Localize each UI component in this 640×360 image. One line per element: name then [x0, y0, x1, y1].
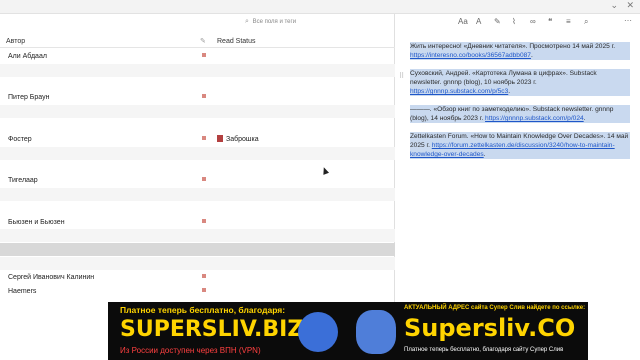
window-titlebar: ⌄ ✕: [0, 0, 640, 14]
table-row[interactable]: [0, 78, 395, 91]
drag-handle-icon[interactable]: ⠿: [399, 72, 404, 80]
watermark-banner: Платное теперь бесплатно, благодаря: SUP…: [108, 302, 588, 360]
reference-entry[interactable]: ———. «Обзор книг по заметкоделию». Subst…: [410, 105, 630, 123]
table-row[interactable]: [0, 188, 395, 201]
find-icon[interactable]: ⌕: [584, 17, 588, 27]
banner-left-top: Платное теперь бесплатно, благодаря:: [120, 305, 286, 315]
table-row[interactable]: Фостер Заброшка: [0, 133, 395, 146]
column-header: Автор ✎ Read Status: [0, 36, 395, 48]
reference-entry[interactable]: Жить интересно! «Дневник читателя». Прос…: [410, 42, 630, 60]
column-read-status[interactable]: Read Status: [217, 38, 256, 45]
shark-mascot-icon: [298, 312, 338, 352]
link-icon[interactable]: ∞: [530, 17, 536, 26]
banner-left-sub: Из России доступен через ВПН (VPN): [120, 346, 261, 355]
table-row[interactable]: [0, 63, 395, 77]
banner-left: Платное теперь бесплатно, благодаря: SUP…: [108, 302, 348, 360]
table-row[interactable]: [0, 243, 395, 257]
table-row[interactable]: [0, 229, 395, 243]
table-row[interactable]: Haemers: [0, 285, 395, 298]
table-row[interactable]: [0, 105, 395, 119]
reference-entry[interactable]: Суховский, Андрей. «Картотека Лумана в ц…: [410, 69, 630, 96]
table-row[interactable]: Сергей Иванович Калинин: [0, 271, 395, 284]
attachment-icon[interactable]: [202, 177, 206, 182]
clear-format-icon[interactable]: ≡: [566, 17, 571, 26]
citation-icon[interactable]: ❝: [548, 17, 552, 26]
table-row[interactable]: Питер Браун: [0, 91, 395, 104]
reference-link[interactable]: https://interesno.co/books/36567adbb087: [410, 52, 531, 59]
table-row[interactable]: [0, 202, 395, 215]
search-icon: ⌕: [245, 18, 249, 25]
author-cell: Питер Браун: [8, 94, 50, 102]
book-icon: [217, 134, 223, 142]
attachment-icon[interactable]: [202, 135, 206, 140]
column-author[interactable]: Автор: [6, 38, 25, 45]
bibliography: Жить интересно! «Дневник читателя». Прос…: [410, 42, 630, 168]
attachment-icon[interactable]: [202, 273, 206, 278]
table-row[interactable]: [0, 160, 395, 173]
search-field[interactable]: ⌕ Все поля и теги: [245, 18, 296, 26]
table-row[interactable]: Тигелаар: [0, 174, 395, 187]
reference-link[interactable]: https://forum.zettelkasten.de/discussion…: [410, 142, 615, 158]
search-placeholder: Все поля и теги: [252, 19, 297, 25]
attachment-icon[interactable]: [202, 287, 206, 292]
edit-icon[interactable]: ✎: [200, 37, 206, 45]
reference-link[interactable]: https://gnnnp.substack.com/p/5c3: [410, 88, 508, 95]
attachment-icon[interactable]: [202, 94, 206, 99]
banner-right-sub: Платное теперь бесплатно, благодаря сайт…: [404, 347, 564, 353]
table-row[interactable]: [0, 257, 395, 270]
font-size-icon[interactable]: Aa: [458, 17, 468, 26]
text-color-icon[interactable]: A: [476, 17, 481, 26]
author-cell: Сергей Иванович Калинин: [8, 273, 95, 281]
author-cell: Али Абдаал: [8, 53, 47, 60]
table-row[interactable]: [0, 119, 395, 132]
reference-text: Суховский, Андрей. «Картотека Лумана в ц…: [410, 70, 597, 86]
highlight-icon[interactable]: ✎: [494, 17, 501, 26]
underline-icon[interactable]: ⌇: [512, 17, 516, 26]
table-row[interactable]: Али Абдаал: [0, 50, 395, 63]
reference-text: Жить интересно! «Дневник читателя». Прос…: [410, 43, 616, 50]
table-row[interactable]: [0, 146, 395, 160]
attachment-icon[interactable]: [202, 53, 206, 57]
banner-left-logo: SUPERSLIV.BIZ: [120, 317, 304, 342]
banner-right: АКТУАЛЬНЫЙ АДРЕС сайта Супер Слив найдет…: [348, 302, 588, 360]
read-status-label: Заброшка: [226, 135, 259, 143]
wolf-mascot-icon: [356, 310, 396, 354]
chevron-down-icon[interactable]: ⌄: [610, 0, 618, 11]
reference-link[interactable]: https://gnnnp.substack.com/p/024: [485, 115, 584, 122]
attachment-icon[interactable]: [202, 218, 206, 223]
banner-right-top: АКТУАЛЬНЫЙ АДРЕС сайта Супер Слив найдет…: [404, 305, 586, 311]
read-status-cell: Заброшка: [217, 134, 259, 143]
author-cell: Фостер: [8, 135, 32, 143]
author-cell: Haemers: [8, 287, 37, 295]
items-pane: ⌕ Все поля и теги Автор ✎ Read Status Ал…: [0, 14, 395, 304]
author-cell: Бьюзен и Бьюзен: [8, 218, 65, 226]
banner-right-logo: Supersliv.CO: [404, 314, 576, 342]
table-row[interactable]: Бьюзен и Бьюзен: [0, 216, 395, 229]
author-cell: Тигелаар: [8, 177, 38, 185]
more-options-icon[interactable]: ⋯: [624, 16, 632, 25]
reference-entry[interactable]: Zettelkasten Forum. «How to Maintain Kno…: [410, 132, 630, 159]
close-icon[interactable]: ✕: [626, 0, 634, 11]
